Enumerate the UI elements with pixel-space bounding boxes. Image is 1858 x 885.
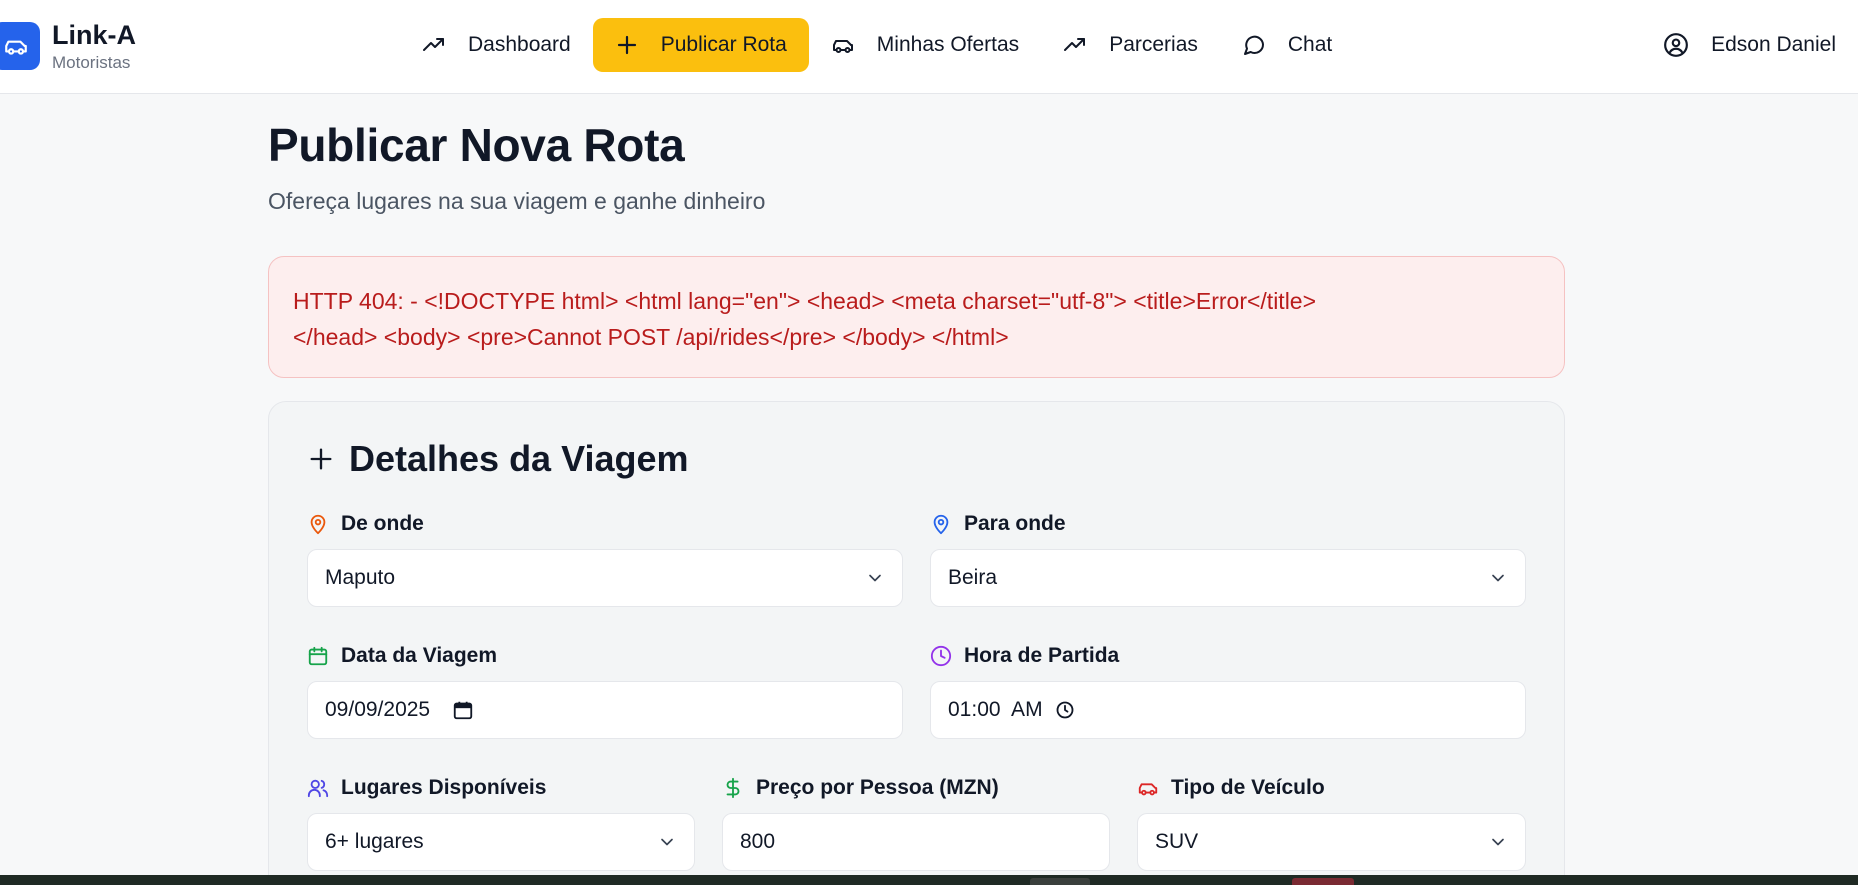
nav-chat[interactable]: Chat bbox=[1220, 18, 1354, 72]
brand-subtitle: Motoristas bbox=[52, 53, 131, 72]
car-icon bbox=[832, 40, 853, 53]
page-subtitle: Ofereça lugares na sua viagem e ganhe di… bbox=[268, 188, 766, 214]
seats-label: Lugares Disponíveis bbox=[307, 776, 546, 800]
to-select[interactable]: Beira bbox=[930, 549, 1526, 607]
taskbar-app-button[interactable] bbox=[1292, 878, 1354, 885]
users-icon bbox=[307, 779, 329, 798]
car-icon[interactable] bbox=[0, 22, 40, 70]
from-label: De onde bbox=[307, 512, 424, 536]
user-menu[interactable]: Edson Daniel bbox=[1663, 18, 1836, 72]
main-nav: Dashboard Publicar Rota Minhas Ofertas P… bbox=[400, 18, 1354, 72]
nav-dashboard[interactable]: Dashboard bbox=[400, 18, 593, 72]
card-title: Detalhes da Viagem bbox=[307, 438, 689, 480]
price-input[interactable]: 800 bbox=[722, 813, 1110, 871]
date-input[interactable]: 09/09/2025 bbox=[307, 681, 903, 739]
date-value: 09/09/2025 bbox=[325, 698, 431, 721]
plus-icon bbox=[617, 35, 636, 55]
seats-value: 6+ lugares bbox=[325, 830, 424, 853]
map-pin-icon bbox=[933, 514, 949, 535]
clock-icon[interactable] bbox=[1055, 700, 1075, 720]
calendar-picker-icon[interactable] bbox=[452, 699, 474, 721]
to-value: Beira bbox=[948, 566, 998, 589]
error-alert: HTTP 404: - <!DOCTYPE html> <html lang="… bbox=[268, 256, 1565, 378]
vehicle-select[interactable]: SUV bbox=[1137, 813, 1526, 871]
seats-select[interactable]: 6+ lugares bbox=[307, 813, 695, 871]
card-title-text: Detalhes da Viagem bbox=[349, 438, 689, 479]
time-input[interactable]: 01:00 AM bbox=[930, 681, 1526, 739]
price-label: Preço por Pessoa (MZN) bbox=[722, 776, 999, 800]
date-label: Data da Viagem bbox=[307, 644, 497, 668]
dollar-icon bbox=[726, 777, 740, 799]
trending-up-icon bbox=[423, 38, 444, 51]
from-value: Maputo bbox=[325, 566, 396, 589]
from-select[interactable]: Maputo bbox=[307, 549, 903, 607]
nav-minhas-ofertas[interactable]: Minhas Ofertas bbox=[809, 18, 1041, 72]
plus-icon bbox=[310, 448, 332, 470]
chevron-down-icon bbox=[1492, 574, 1504, 582]
chevron-down-icon bbox=[661, 838, 673, 846]
chevron-down-icon bbox=[869, 574, 881, 582]
map-pin-icon bbox=[310, 514, 326, 535]
user-name: Edson Daniel bbox=[1711, 33, 1836, 56]
vehicle-value: SUV bbox=[1155, 830, 1199, 853]
time-value: 01:00 AM bbox=[948, 698, 1043, 721]
price-value: 800 bbox=[740, 830, 776, 853]
page-title: Publicar Nova Rota bbox=[268, 119, 685, 171]
trip-details-card: Detalhes da Viagem De onde Maputo Para o… bbox=[268, 401, 1565, 885]
car-icon bbox=[1138, 783, 1158, 796]
nav-label: Dashboard bbox=[468, 33, 571, 56]
top-navbar: Link-A Motoristas Dashboard Publicar Rot… bbox=[0, 0, 1858, 94]
calendar-icon bbox=[308, 646, 328, 666]
user-circle-icon bbox=[1664, 33, 1688, 57]
trending-up-icon bbox=[1064, 38, 1086, 51]
nav-label: Chat bbox=[1287, 33, 1333, 56]
os-taskbar bbox=[0, 875, 1858, 885]
time-label: Hora de Partida bbox=[930, 644, 1119, 668]
nav-publicar-rota[interactable]: Publicar Rota bbox=[592, 18, 809, 72]
vehicle-label: Tipo de Veículo bbox=[1137, 776, 1325, 800]
error-message-line-2: </head> <body> <pre>Cannot POST /api/rid… bbox=[293, 324, 1009, 350]
nav-label: Parcerias bbox=[1109, 33, 1198, 56]
to-label: Para onde bbox=[930, 512, 1066, 536]
taskbar-app-button[interactable] bbox=[1030, 878, 1090, 885]
brand-name[interactable]: Link-A bbox=[52, 20, 136, 51]
nav-parcerias[interactable]: Parcerias bbox=[1041, 18, 1220, 72]
clock-icon bbox=[930, 645, 952, 667]
message-circle-icon bbox=[1243, 35, 1264, 55]
nav-label: Minhas Ofertas bbox=[876, 33, 1020, 56]
nav-label: Publicar Rota bbox=[660, 33, 787, 56]
chevron-down-icon bbox=[1492, 838, 1504, 846]
error-message-line-1: HTTP 404: - <!DOCTYPE html> <html lang="… bbox=[293, 288, 1317, 314]
